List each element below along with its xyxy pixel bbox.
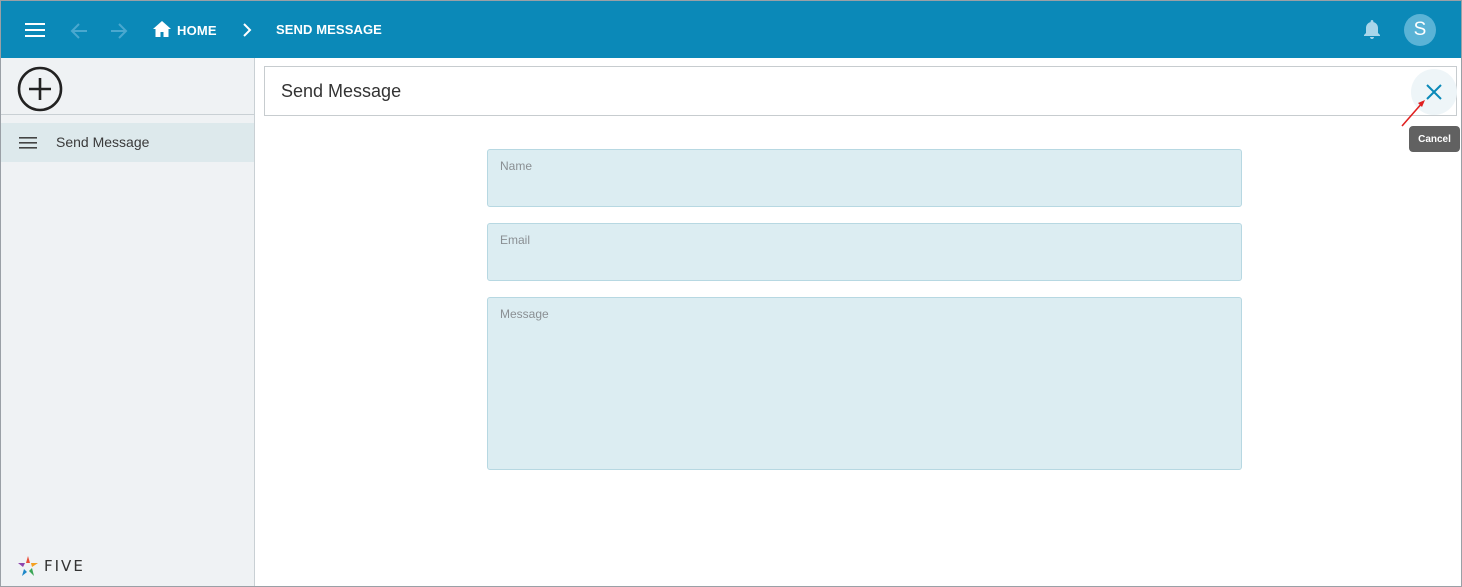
sidebar-item-send-message[interactable]: Send Message — [1, 123, 254, 162]
plus-circle-icon[interactable] — [17, 66, 63, 112]
message-field-label: Message — [500, 307, 549, 321]
bell-icon[interactable] — [1361, 18, 1383, 42]
name-field-label: Name — [500, 159, 533, 173]
email-input[interactable] — [500, 256, 1229, 272]
message-textarea[interactable] — [500, 328, 1229, 461]
back-arrow-icon[interactable] — [67, 19, 91, 43]
breadcrumb-current[interactable]: SEND MESSAGE — [276, 22, 382, 37]
page-title: Send Message — [281, 81, 402, 101]
sidebar-item-label: Send Message — [56, 134, 150, 150]
user-avatar[interactable]: S — [1404, 14, 1436, 46]
form-header: Send Message — [264, 66, 1457, 116]
name-input[interactable] — [500, 182, 1229, 198]
home-icon — [153, 20, 171, 40]
five-logo: FIVE — [16, 552, 85, 580]
menu-icon[interactable] — [23, 19, 47, 41]
top-app-bar: HOME SEND MESSAGE S — [1, 1, 1461, 58]
five-logo-icon — [18, 556, 38, 576]
email-field-label: Email — [500, 233, 531, 247]
name-field[interactable]: Name — [487, 149, 1242, 207]
sidebar: Send Message FIVE — [1, 58, 255, 586]
app-window: HOME SEND MESSAGE S Send Message FIVE Se… — [0, 0, 1462, 587]
message-field[interactable]: Message — [487, 297, 1242, 470]
list-icon — [19, 135, 39, 151]
chevron-right-icon — [238, 20, 256, 40]
annotation-arrow-icon — [1401, 100, 1425, 127]
sidebar-add-section — [1, 58, 254, 115]
five-logo-text: FIVE — [44, 557, 85, 575]
cancel-tooltip: Cancel — [1409, 126, 1460, 152]
email-field[interactable]: Email — [487, 223, 1242, 281]
forward-arrow-icon[interactable] — [107, 19, 131, 43]
breadcrumb-home-label: HOME — [177, 22, 217, 38]
breadcrumb-home[interactable]: HOME — [153, 20, 217, 40]
